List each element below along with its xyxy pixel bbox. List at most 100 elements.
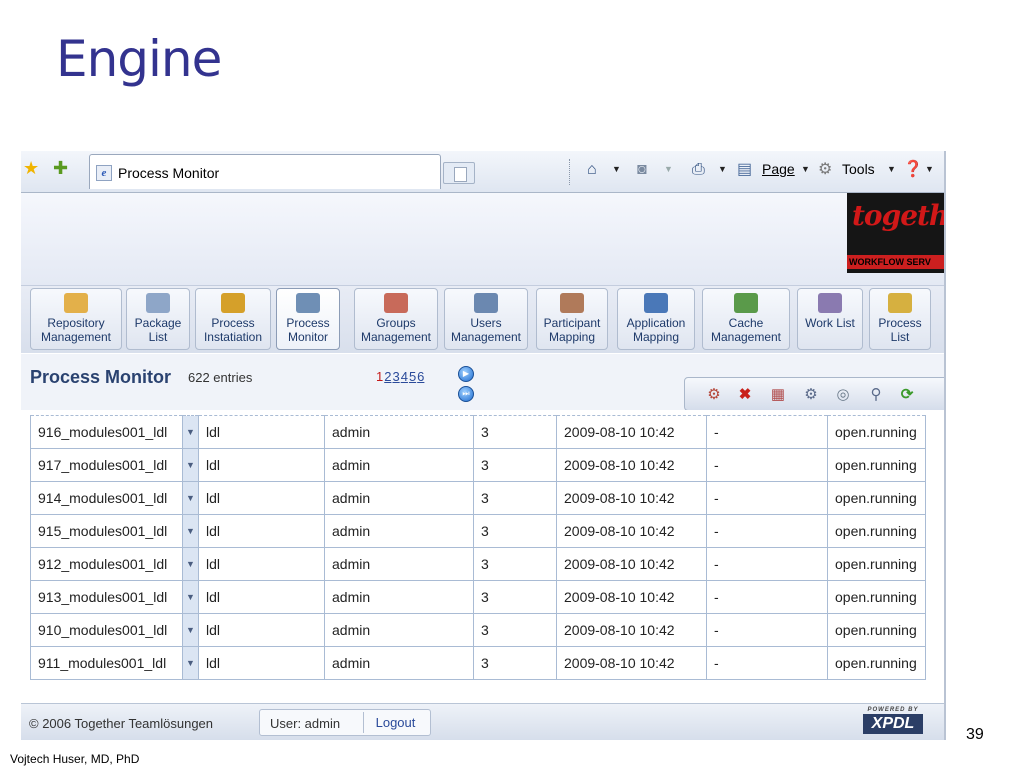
version-cell: 3 <box>473 547 557 581</box>
module-label: Users Management <box>450 316 522 344</box>
home-dropdown-icon[interactable]: ▼ <box>612 164 621 174</box>
package-cell: ldl <box>198 547 325 581</box>
browser-toolbar: ★ ✚ e Process Monitor ⌂ ▼ ◙ ▼ ⎙ ▼ ▤ Page… <box>21 151 944 193</box>
help-dropdown-icon[interactable]: ▼ <box>925 164 934 174</box>
browser-screenshot: ★ ✚ e Process Monitor ⌂ ▼ ◙ ▼ ⎙ ▼ ▤ Page… <box>21 151 946 740</box>
table-row[interactable]: 915_modules001_ldl ▼ ldl admin 3 2009-08-10 1… <box>30 514 926 548</box>
module-toolbar: Repository Management Package List Proce… <box>21 285 944 353</box>
module-cache-management[interactable]: Cache Management <box>702 288 790 350</box>
grid-icon[interactable]: ▦ <box>769 386 787 404</box>
search-icon[interactable]: ⚲ <box>867 386 885 404</box>
created-date-cell: 2009-08-10 10:42 <box>556 514 707 548</box>
row-dropdown-icon[interactable]: ▼ <box>182 547 199 581</box>
table-row[interactable]: 917_modules001_ldl ▼ ldl admin 3 2009-08-10 1… <box>30 448 926 482</box>
home-icon[interactable]: ⌂ <box>587 161 597 179</box>
user-cell: admin <box>324 613 474 647</box>
process-id-cell[interactable]: 911_modules001_ldl <box>30 646 183 680</box>
module-process-list[interactable]: Process List <box>869 288 931 350</box>
ie-page-icon: e <box>96 165 112 181</box>
finished-date-cell: - <box>706 613 828 647</box>
new-tab-button[interactable] <box>443 162 475 184</box>
app-header: together WORKFLOW SERV <box>21 193 944 285</box>
module-repository-management[interactable]: Repository Management <box>30 288 122 350</box>
process-id-cell[interactable]: 916_modules001_ldl <box>30 415 183 449</box>
browser-tab[interactable]: e Process Monitor <box>89 154 441 189</box>
delete-instance-icon[interactable]: ⚙ <box>705 386 723 404</box>
last-page-icon[interactable]: ⏭ <box>458 386 474 402</box>
process-id-cell[interactable]: 914_modules001_ldl <box>30 481 183 515</box>
module-package-list[interactable]: Package List <box>126 288 190 350</box>
next-page-icon[interactable]: ▶ <box>458 366 474 382</box>
variables-icon[interactable]: ⚙ <box>802 386 820 404</box>
terminate-icon[interactable]: ✖ <box>736 386 754 404</box>
process-id-cell[interactable]: 913_modules001_ldl <box>30 580 183 614</box>
process-id-cell[interactable]: 915_modules001_ldl <box>30 514 183 548</box>
monitor-icon <box>296 293 320 313</box>
table-row[interactable]: 913_modules001_ldl ▼ ldl admin 3 2009-08-10 1… <box>30 580 926 614</box>
table-row[interactable]: 911_modules001_ldl ▼ ldl admin 3 2009-08-10 1… <box>30 646 926 680</box>
page-menu[interactable]: Page <box>762 161 795 177</box>
state-cell: open.running <box>827 646 926 680</box>
table-row[interactable]: 914_modules001_ldl ▼ ldl admin 3 2009-08-10 1… <box>30 481 926 515</box>
process-id-cell[interactable]: 912_modules001_ldl <box>30 547 183 581</box>
repository-icon <box>64 293 88 313</box>
table-row[interactable]: 912_modules001_ldl ▼ ldl admin 3 2009-08-10 1… <box>30 547 926 581</box>
row-dropdown-icon[interactable]: ▼ <box>182 415 199 449</box>
module-label: Process List <box>878 316 922 344</box>
logout-button[interactable]: Logout <box>363 712 427 733</box>
pagination: 123456 <box>376 369 425 384</box>
module-process-instatiation[interactable]: Process Instatiation <box>195 288 271 350</box>
page-dropdown-icon[interactable]: ▼ <box>801 164 810 174</box>
help-icon[interactable]: ❓ <box>903 161 923 179</box>
refresh-icon[interactable]: ⟳ <box>898 386 916 404</box>
table-row[interactable]: 916_modules001_ldl ▼ ldl admin 3 2009-08-10 1… <box>30 415 926 449</box>
print-dropdown-icon[interactable]: ▼ <box>718 164 727 174</box>
state-cell: open.running <box>827 613 926 647</box>
user-cell: admin <box>324 547 474 581</box>
feeds-icon[interactable]: ◙ <box>637 161 647 179</box>
page-link-1[interactable]: 1 <box>376 369 383 384</box>
module-application-mapping[interactable]: Application Mapping <box>617 288 695 350</box>
favorites-star-icon[interactable]: ★ <box>23 159 39 177</box>
module-users-management[interactable]: Users Management <box>444 288 528 350</box>
created-date-cell: 2009-08-10 10:42 <box>556 580 707 614</box>
package-cell: ldl <box>198 613 325 647</box>
created-date-cell: 2009-08-10 10:42 <box>556 547 707 581</box>
row-dropdown-icon[interactable]: ▼ <box>182 514 199 548</box>
page-link-5[interactable]: 5 <box>409 369 416 384</box>
page-link-2[interactable]: 2 <box>384 369 391 384</box>
page-link-3[interactable]: 3 <box>392 369 399 384</box>
feeds-dropdown-icon[interactable]: ▼ <box>664 164 673 174</box>
process-id-cell[interactable]: 917_modules001_ldl <box>30 448 183 482</box>
process-list-icon <box>888 293 912 313</box>
slide-number: 39 <box>966 726 984 743</box>
page-link-6[interactable]: 6 <box>417 369 424 384</box>
package-cell: ldl <box>198 514 325 548</box>
row-dropdown-icon[interactable]: ▼ <box>182 448 199 482</box>
page-link-4[interactable]: 4 <box>401 369 408 384</box>
row-dropdown-icon[interactable]: ▼ <box>182 613 199 647</box>
module-label: Repository Management <box>40 316 112 344</box>
tools-dropdown-icon[interactable]: ▼ <box>887 164 896 174</box>
process-table: 916_modules001_ldl ▼ ldl admin 3 2009-08-10 1… <box>30 415 926 680</box>
add-favorites-icon[interactable]: ✚ <box>53 159 68 177</box>
module-participant-mapping[interactable]: Participant Mapping <box>536 288 608 350</box>
process-id-cell[interactable]: 910_modules001_ldl <box>30 613 183 647</box>
table-row[interactable]: 910_modules001_ldl ▼ ldl admin 3 2009-08-10 1… <box>30 613 926 647</box>
module-process-monitor[interactable]: Process Monitor <box>276 288 340 350</box>
gears-icon <box>221 293 245 313</box>
row-dropdown-icon[interactable]: ▼ <box>182 580 199 614</box>
state-cell: open.running <box>827 547 926 581</box>
version-cell: 3 <box>473 514 557 548</box>
row-dropdown-icon[interactable]: ▼ <box>182 481 199 515</box>
activities-icon[interactable]: ◎ <box>834 386 852 404</box>
cache-icon <box>734 293 758 313</box>
module-groups-management[interactable]: Groups Management <box>354 288 438 350</box>
finished-date-cell: - <box>706 514 828 548</box>
print-icon[interactable]: ⎙ <box>692 161 705 179</box>
slide-footer: Vojtech Huser, MD, PhD <box>10 752 140 766</box>
action-toolbar: ⚙ ✖ ▦ ⚙ ◎ ⚲ ⟳ <box>684 377 944 411</box>
module-work-list[interactable]: Work List <box>797 288 863 350</box>
tools-menu[interactable]: Tools <box>842 161 875 177</box>
row-dropdown-icon[interactable]: ▼ <box>182 646 199 680</box>
